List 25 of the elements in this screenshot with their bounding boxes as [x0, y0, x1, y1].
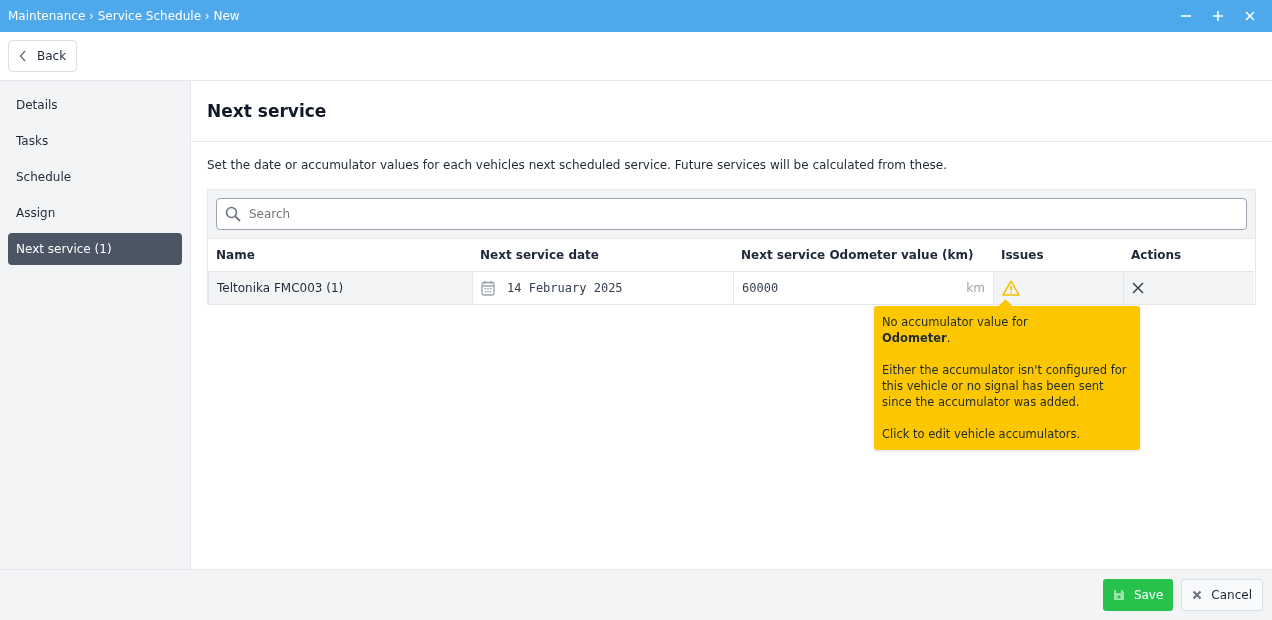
tooltip-text: No accumulator value for Odometer.	[882, 314, 1029, 346]
back-button[interactable]: Back	[8, 40, 78, 72]
search-field[interactable]: Search	[216, 198, 1247, 230]
tooltip-text: Click to edit vehicle accumulators.	[882, 426, 1082, 442]
chevron-left-icon	[19, 50, 27, 62]
table-cell: Teltonika FMC003 (1)	[208, 272, 472, 304]
date-value: 14 February 2025	[507, 281, 623, 295]
description-text: Set the date or accumulator values for each vehicles next scheduled service. Future services will be calculated from these.	[207, 158, 948, 172]
remove-icon[interactable]	[1132, 282, 1144, 294]
sidebar-item[interactable]: Schedule	[8, 161, 182, 193]
sidebar-item[interactable]: Tasks	[8, 125, 182, 157]
cancel-button[interactable]: Cancel	[1181, 579, 1263, 611]
breadcrumb: Maintenance › Service Schedule › New	[8, 9, 240, 23]
calendar-icon	[481, 280, 495, 296]
sidebar-item[interactable]: Assign	[8, 197, 182, 229]
sidebar-item[interactable]: Next service (1)	[8, 233, 182, 265]
sidebar-item[interactable]: Details	[8, 89, 182, 121]
unit-label: km	[966, 281, 985, 295]
x-icon	[1192, 590, 1203, 600]
page-title: Next service	[207, 101, 327, 121]
close-icon[interactable]	[1244, 10, 1256, 22]
warning-icon[interactable]	[1002, 280, 1020, 296]
maximize-icon[interactable]	[1212, 10, 1224, 22]
odometer-value: 60000	[742, 281, 779, 295]
tooltip-text: Either the accumulator isn't configured for this vehicle or no signal has been sent since the accumulator was added.	[882, 362, 1128, 410]
